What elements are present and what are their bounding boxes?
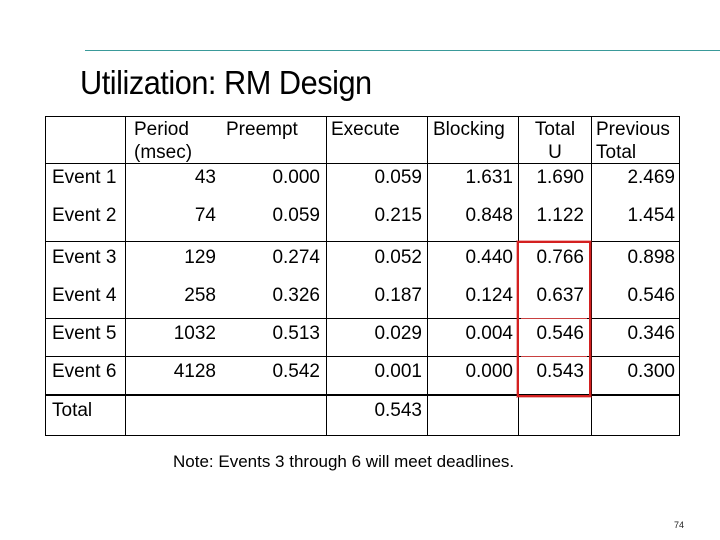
header-previous-total: Previous Total <box>596 118 670 164</box>
cell-blocking: 0.004 <box>465 323 513 344</box>
column-divider <box>125 117 126 435</box>
cell-previous-total: 0.898 <box>627 247 675 268</box>
header-total-u: Total U <box>519 118 591 164</box>
cell-event: Event 5 <box>52 323 117 344</box>
cell-period: 74 <box>194 205 216 226</box>
utilization-table: Period (msec) Preempt Execute Blocking T… <box>45 116 680 436</box>
cell-period: 129 <box>184 247 216 268</box>
highlight-box-total-u <box>517 241 591 397</box>
cell-period: 4128 <box>173 361 216 382</box>
cell-execute: 0.029 <box>374 323 422 344</box>
cell-execute: 0.187 <box>374 285 422 306</box>
cell-event: Event 6 <box>52 361 117 382</box>
cell-event: Event 2 <box>52 205 117 226</box>
cell-total-u: 1.122 <box>536 205 584 226</box>
header-previous-total-line2: Total <box>596 142 637 163</box>
cell-event: Event 3 <box>52 247 117 268</box>
header-period-line1: Period <box>134 119 189 140</box>
column-divider <box>591 117 592 435</box>
cell-preempt: 0.326 <box>272 285 320 306</box>
cell-blocking: 0.124 <box>465 285 513 306</box>
cell-execute: 0.052 <box>374 247 422 268</box>
header-blocking: Blocking <box>433 119 505 140</box>
page-number: 74 <box>674 520 685 530</box>
cell-preempt: 0.542 <box>272 361 320 382</box>
cell-blocking: 1.631 <box>465 167 513 188</box>
header-previous-total-line1: Previous <box>596 119 670 140</box>
header-execute: Execute <box>331 119 400 140</box>
cell-previous-total: 0.346 <box>627 323 675 344</box>
cell-previous-total: 1.454 <box>627 205 675 226</box>
cell-previous-total: 0.546 <box>627 285 675 306</box>
header-total-u-line1: Total <box>534 119 576 140</box>
cell-period: 258 <box>184 285 216 306</box>
cell-preempt: 0.513 <box>272 323 320 344</box>
cell-execute: 0.059 <box>374 167 422 188</box>
column-divider <box>427 117 428 435</box>
header-period-unit: (msec) <box>134 142 193 163</box>
cell-event: Event 1 <box>52 167 117 188</box>
cell-total-u: 1.690 <box>536 167 584 188</box>
slide-note: Note: Events 3 through 6 will meet deadl… <box>173 452 515 471</box>
header-preempt: Preempt <box>226 119 298 140</box>
cell-blocking: 0.440 <box>465 247 513 268</box>
cell-blocking: 0.000 <box>465 361 513 382</box>
cell-execute: 0.215 <box>374 205 422 226</box>
cell-event: Event 4 <box>52 285 117 306</box>
column-divider <box>326 117 327 435</box>
header-period: Period (msec) <box>134 118 192 164</box>
cell-blocking: 0.848 <box>465 205 513 226</box>
highlight-box-divider <box>521 356 587 357</box>
cell-execute: 0.001 <box>374 361 422 382</box>
cell-preempt: 0.000 <box>272 167 320 188</box>
total-row-label: Total <box>52 400 93 421</box>
highlight-box-divider <box>521 318 587 319</box>
header-total-u-line2: U <box>548 142 562 163</box>
slide-title: Utilization: RM Design <box>80 64 372 101</box>
total-row-execute: 0.543 <box>374 400 422 421</box>
title-accent-rule <box>85 50 720 51</box>
cell-preempt: 0.059 <box>272 205 320 226</box>
cell-period: 1032 <box>173 323 216 344</box>
cell-previous-total: 2.469 <box>627 167 675 188</box>
cell-previous-total: 0.300 <box>627 361 675 382</box>
cell-period: 43 <box>194 167 216 188</box>
cell-preempt: 0.274 <box>272 247 320 268</box>
